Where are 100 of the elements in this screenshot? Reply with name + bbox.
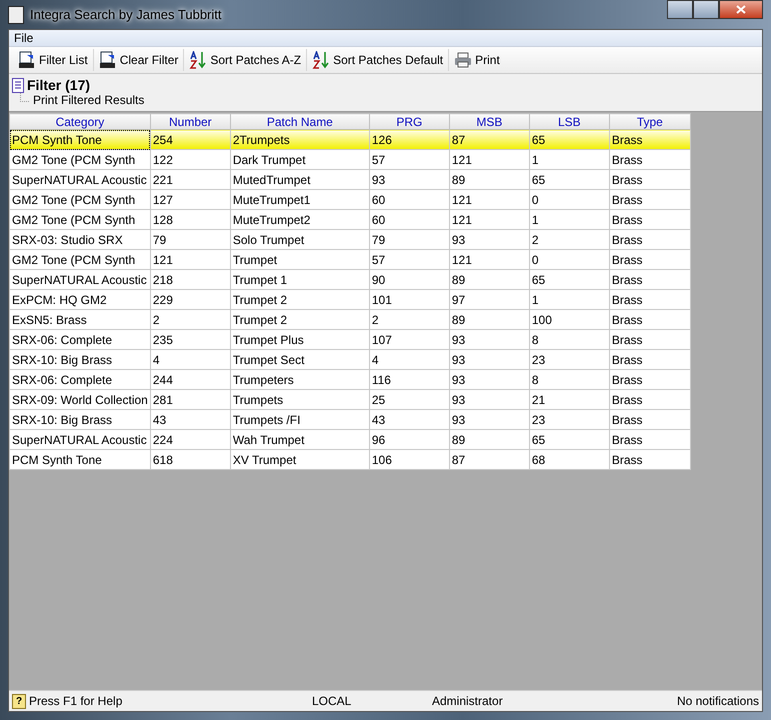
table-row[interactable]: GM2 Tone (PCM Synth 127 MuteTrumpet1 60 121 0 Brass [10, 190, 690, 210]
table-row[interactable]: GM2 Tone (PCM Synth 122 Dark Trumpet 57 121 1 Brass [10, 150, 690, 170]
table-cell: 106 [369, 450, 450, 470]
table-cell: 121 [449, 210, 530, 230]
table-cell: 90 [369, 270, 450, 290]
table-cell: 244 [150, 370, 230, 390]
table-cell: 57 [369, 250, 450, 270]
table-row[interactable]: PCM Synth Tone 254 2Trumpets 126 87 65 Brass [10, 130, 690, 150]
maximize-button[interactable] [693, 0, 719, 19]
minimize-button[interactable] [667, 0, 693, 19]
table-row[interactable]: SRX-06: Complete 244 Trumpeters 116 93 8 Brass [10, 370, 690, 390]
table-cell: 254 [150, 130, 230, 150]
table-row[interactable]: ExPCM: HQ GM2 229 Trumpet 2 101 97 1 Brass [10, 290, 690, 310]
table-row[interactable]: SuperNATURAL Acoustic 218 Trumpet 1 90 89 65 Brass [10, 270, 690, 290]
table-cell: 89 [449, 430, 530, 450]
table-cell: GM2 Tone (PCM Synth [10, 150, 150, 170]
table-cell: 2 [529, 230, 610, 250]
table-cell: 2 [150, 310, 230, 330]
toolbar-button[interactable]: Filter List [13, 49, 94, 71]
table-cell: 57 [369, 150, 450, 170]
toolbar-button[interactable]: Print [449, 50, 505, 70]
table-cell: SRX-10: Big Brass [10, 410, 150, 430]
table-cell: Trumpet 2 [230, 310, 370, 330]
table-cell: 93 [449, 390, 530, 410]
column-header[interactable]: Category [10, 114, 150, 130]
table-cell: 93 [449, 230, 530, 250]
table-cell: 1 [529, 150, 610, 170]
table-cell: MuteTrumpet1 [230, 190, 370, 210]
table-cell: Brass [609, 310, 690, 330]
window-title: Integra Search by James Tubbritt [30, 7, 222, 22]
toolbar-button[interactable]: Clear Filter [94, 49, 184, 71]
table-row[interactable]: GM2 Tone (PCM Synth 121 Trumpet 57 121 0 Brass [10, 250, 690, 270]
table-cell: Trumpets [230, 390, 370, 410]
table-cell: Brass [609, 170, 690, 190]
table-cell: SuperNATURAL Acoustic [10, 170, 150, 190]
toolbar-button[interactable]: Sort Patches A-Z [184, 49, 308, 71]
table-cell: Trumpet Sect [230, 350, 370, 370]
column-header[interactable]: LSB [529, 114, 610, 130]
table-cell: 1 [529, 210, 610, 230]
table-cell: SRX-09: World Collection [10, 390, 150, 410]
column-header[interactable]: MSB [449, 114, 530, 130]
table-cell: 2 [369, 310, 450, 330]
table-cell: MuteTrumpet2 [230, 210, 370, 230]
table-row[interactable]: GM2 Tone (PCM Synth 128 MuteTrumpet2 60 121 1 Brass [10, 210, 690, 230]
table-cell: Brass [609, 270, 690, 290]
close-button[interactable] [719, 0, 763, 19]
table-cell: 4 [369, 350, 450, 370]
table-row[interactable]: ExSN5: Brass 2 Trumpet 2 2 89 100 Brass [10, 310, 690, 330]
table-row[interactable]: SRX-10: Big Brass 43 Trumpets /FI 43 93 23 Brass [10, 410, 690, 430]
status-help: Press F1 for Help [29, 694, 122, 708]
table-cell: Brass [609, 410, 690, 430]
menu-item[interactable]: File [12, 31, 36, 45]
table-cell: Brass [609, 150, 690, 170]
sort-az-icon [312, 51, 330, 69]
toolbar-button[interactable]: Sort Patches Default [307, 49, 450, 71]
filter-item[interactable]: Print Filtered Results [33, 93, 144, 107]
table-cell: 65 [529, 270, 610, 290]
table-cell: Trumpet [230, 250, 370, 270]
binary-document-icon [18, 51, 36, 69]
column-header[interactable]: Patch Name [230, 114, 370, 130]
table-cell: 0 [529, 190, 610, 210]
table-cell: MutedTrumpet [230, 170, 370, 190]
table-cell: 1 [529, 290, 610, 310]
table-cell: 23 [529, 350, 610, 370]
table-cell: 107 [369, 330, 450, 350]
column-header[interactable]: Number [150, 114, 230, 130]
table-cell: Brass [609, 430, 690, 450]
table-row[interactable]: SuperNATURAL Acoustic 224 Wah Trumpet 96 89 65 Brass [10, 430, 690, 450]
table-cell: Brass [609, 210, 690, 230]
table-row[interactable]: SRX-06: Complete 235 Trumpet Plus 107 93 8 Brass [10, 330, 690, 350]
table-cell: 218 [150, 270, 230, 290]
table-cell: SRX-06: Complete [10, 370, 150, 390]
table-cell: 96 [369, 430, 450, 450]
table-cell: Trumpet 2 [230, 290, 370, 310]
table-cell: 79 [369, 230, 450, 250]
table-cell: 2Trumpets [230, 130, 370, 150]
table-row[interactable]: SRX-09: World Collection 281 Trumpets 25 93 21 Brass [10, 390, 690, 410]
table-cell: Brass [609, 230, 690, 250]
table-cell: 87 [449, 450, 530, 470]
table-cell: 65 [529, 430, 610, 450]
close-icon [736, 5, 746, 14]
table-cell: 87 [449, 130, 530, 150]
table-row[interactable]: SuperNATURAL Acoustic 221 MutedTrumpet 93 89 65 Brass [10, 170, 690, 190]
table-cell: Trumpet 1 [230, 270, 370, 290]
table-cell: Brass [609, 290, 690, 310]
table-row[interactable]: SRX-03: Studio SRX 79 Solo Trumpet 79 93 2 Brass [10, 230, 690, 250]
column-header[interactable]: PRG [369, 114, 450, 130]
document-icon [12, 78, 24, 92]
table-cell: 93 [449, 330, 530, 350]
table-cell: 25 [369, 390, 450, 410]
table-cell: 93 [369, 170, 450, 190]
table-cell: Brass [609, 130, 690, 150]
column-header[interactable]: Type [609, 114, 690, 130]
table-cell: PCM Synth Tone [10, 450, 150, 470]
table-row[interactable]: PCM Synth Tone 618 XV Trumpet 106 87 68 Brass [10, 450, 690, 470]
table-cell: SRX-03: Studio SRX [10, 230, 150, 250]
table-cell: 121 [449, 250, 530, 270]
table-cell: Brass [609, 190, 690, 210]
table-row[interactable]: SRX-10: Big Brass 4 Trumpet Sect 4 93 23 Brass [10, 350, 690, 370]
table-cell: GM2 Tone (PCM Synth [10, 190, 150, 210]
